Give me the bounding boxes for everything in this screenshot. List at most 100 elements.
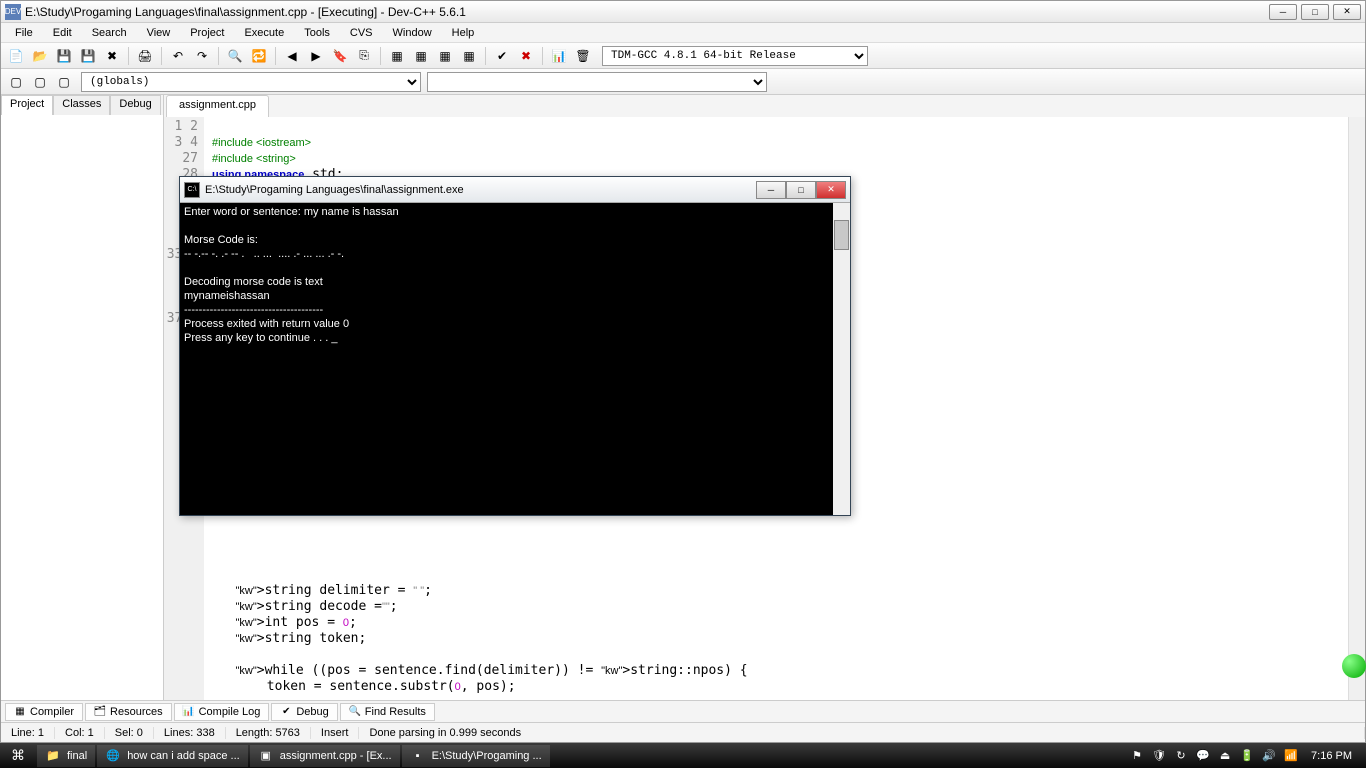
task-item-devcpp[interactable]: ▣ assignment.cpp - [Ex... xyxy=(250,745,400,767)
new-class-icon[interactable]: ▢ xyxy=(29,72,51,92)
save-all-icon[interactable]: 💾 xyxy=(77,46,99,66)
devcpp-icon: ▣ xyxy=(258,748,274,764)
menu-view[interactable]: View xyxy=(137,25,181,41)
menu-project[interactable]: Project xyxy=(180,25,234,41)
forward-icon[interactable]: ▶ xyxy=(305,46,327,66)
tab-find-results[interactable]: 🔍Find Results xyxy=(340,703,435,721)
goto-icon[interactable]: ⎘ xyxy=(353,46,375,66)
run-icon[interactable]: ▦ xyxy=(410,46,432,66)
back-icon[interactable]: ◀ xyxy=(281,46,303,66)
menu-search[interactable]: Search xyxy=(82,25,137,41)
console-titlebar[interactable]: C:\ E:\Study\Progaming Languages\final\a… xyxy=(180,177,850,203)
menu-tools[interactable]: Tools xyxy=(294,25,340,41)
menubar: File Edit Search View Project Execute To… xyxy=(1,23,1365,43)
rebuild-icon[interactable]: ▦ xyxy=(458,46,480,66)
console-title: E:\Study\Progaming Languages\final\assig… xyxy=(205,184,756,196)
menu-help[interactable]: Help xyxy=(442,25,485,41)
titlebar[interactable]: DEV E:\Study\Progaming Languages\final\a… xyxy=(1,1,1365,23)
sync-icon[interactable]: ↻ xyxy=(1173,748,1189,764)
debug-icon[interactable]: ✔ xyxy=(491,46,513,66)
separator xyxy=(128,47,129,65)
status-col: Col: 1 xyxy=(55,727,105,739)
new-project-icon[interactable]: ▢ xyxy=(5,72,27,92)
maximize-button[interactable]: □ xyxy=(1301,4,1329,20)
chrome-icon: 🌐 xyxy=(105,748,121,764)
find-icon[interactable]: 🔍 xyxy=(224,46,246,66)
compile-run-icon[interactable]: ▦ xyxy=(434,46,456,66)
eject-icon[interactable]: ⏏ xyxy=(1217,748,1233,764)
console-window[interactable]: C:\ E:\Study\Progaming Languages\final\a… xyxy=(179,176,851,516)
chat-icon[interactable]: 💬 xyxy=(1195,748,1211,764)
menu-cvs[interactable]: CVS xyxy=(340,25,383,41)
bookmark-icon[interactable]: 🔖 xyxy=(329,46,351,66)
tab-classes[interactable]: Classes xyxy=(53,95,110,115)
close-button[interactable]: ✕ xyxy=(1333,4,1361,20)
scope-select[interactable]: (globals) xyxy=(81,72,421,92)
battery-icon[interactable]: 🔋 xyxy=(1239,748,1255,764)
file-tab-assignment[interactable]: assignment.cpp xyxy=(166,95,269,117)
tab-find-results-label: Find Results xyxy=(365,706,426,718)
menu-edit[interactable]: Edit xyxy=(43,25,82,41)
compiler-icon: ▦ xyxy=(14,706,26,718)
app-icon: DEV xyxy=(5,4,21,20)
trash-icon[interactable]: 🗑 xyxy=(572,46,594,66)
start-button[interactable]: ⌘ xyxy=(0,743,36,768)
tab-compile-log-label: Compile Log xyxy=(199,706,261,718)
task-item-chrome[interactable]: 🌐 how can i add space ... xyxy=(97,745,248,767)
task-label: how can i add space ... xyxy=(127,750,240,762)
symbol-select[interactable] xyxy=(427,72,767,92)
menu-file[interactable]: File xyxy=(5,25,43,41)
tab-resources-label: Resources xyxy=(110,706,163,718)
undo-icon[interactable]: ↶ xyxy=(167,46,189,66)
tab-debug-bottom[interactable]: ✔Debug xyxy=(271,703,337,721)
task-item-console[interactable]: ▪E:\Study\Progaming ... xyxy=(402,745,550,767)
new-resource-icon[interactable]: ▢ xyxy=(53,72,75,92)
tab-compile-log[interactable]: 📊 Compile Log xyxy=(174,703,270,721)
tab-project[interactable]: Project xyxy=(1,95,53,115)
profile-icon[interactable]: 📊 xyxy=(548,46,570,66)
open-file-icon[interactable]: 📂 xyxy=(29,46,51,66)
window-title: E:\Study\Progaming Languages\final\assig… xyxy=(25,5,1269,19)
menu-execute[interactable]: Execute xyxy=(234,25,294,41)
menu-window[interactable]: Window xyxy=(383,25,442,41)
tab-compiler[interactable]: ▦Compiler xyxy=(5,703,83,721)
console-icon: ▪ xyxy=(410,748,426,764)
console-output[interactable]: Enter word or sentence: my name is hassa… xyxy=(180,203,850,515)
separator xyxy=(161,47,162,65)
close-file-icon[interactable]: ✖ xyxy=(101,46,123,66)
print-icon[interactable]: 🖨 xyxy=(134,46,156,66)
flag-icon[interactable]: ⚑ xyxy=(1129,748,1145,764)
console-close-button[interactable]: ✕ xyxy=(816,181,846,199)
log-icon: 📊 xyxy=(183,706,195,718)
compiler-select[interactable]: TDM-GCC 4.8.1 64-bit Release xyxy=(602,46,868,66)
status-line: Line: 1 xyxy=(1,727,55,739)
tab-debug[interactable]: Debug xyxy=(110,95,160,115)
vertical-scrollbar[interactable] xyxy=(1348,117,1365,700)
stop-icon[interactable]: ✖ xyxy=(515,46,537,66)
redo-icon[interactable]: ↷ xyxy=(191,46,213,66)
status-parse: Done parsing in 0.999 seconds xyxy=(359,727,1365,739)
separator xyxy=(275,47,276,65)
volume-icon[interactable]: 🔊 xyxy=(1261,748,1277,764)
minimize-button[interactable]: ─ xyxy=(1269,4,1297,20)
shield-icon[interactable]: 🛡 xyxy=(1151,748,1167,764)
task-item-final[interactable]: 📁final xyxy=(37,745,95,767)
replace-icon[interactable]: 🔁 xyxy=(248,46,270,66)
taskbar: ⌘ 📁final 🌐 how can i add space ... ▣ assig… xyxy=(0,743,1366,768)
console-icon: C:\ xyxy=(184,182,200,198)
tab-resources[interactable]: 🗂 Resources xyxy=(85,703,172,721)
wifi-icon[interactable]: 📶 xyxy=(1283,748,1299,764)
left-panel: Project Classes Debug xyxy=(1,95,164,700)
resources-icon: 🗂 xyxy=(94,706,106,718)
console-scrollbar[interactable] xyxy=(833,203,850,515)
save-icon[interactable]: 💾 xyxy=(53,46,75,66)
clock[interactable]: 7:16 PM xyxy=(1305,750,1358,762)
task-label: assignment.cpp - [Ex... xyxy=(280,750,392,762)
status-sel: Sel: 0 xyxy=(105,727,154,739)
new-file-icon[interactable]: 📄 xyxy=(5,46,27,66)
console-maximize-button[interactable]: □ xyxy=(786,181,816,199)
project-tree[interactable] xyxy=(1,115,163,700)
notification-badge[interactable] xyxy=(1342,654,1366,678)
console-minimize-button[interactable]: ─ xyxy=(756,181,786,199)
compile-icon[interactable]: ▦ xyxy=(386,46,408,66)
